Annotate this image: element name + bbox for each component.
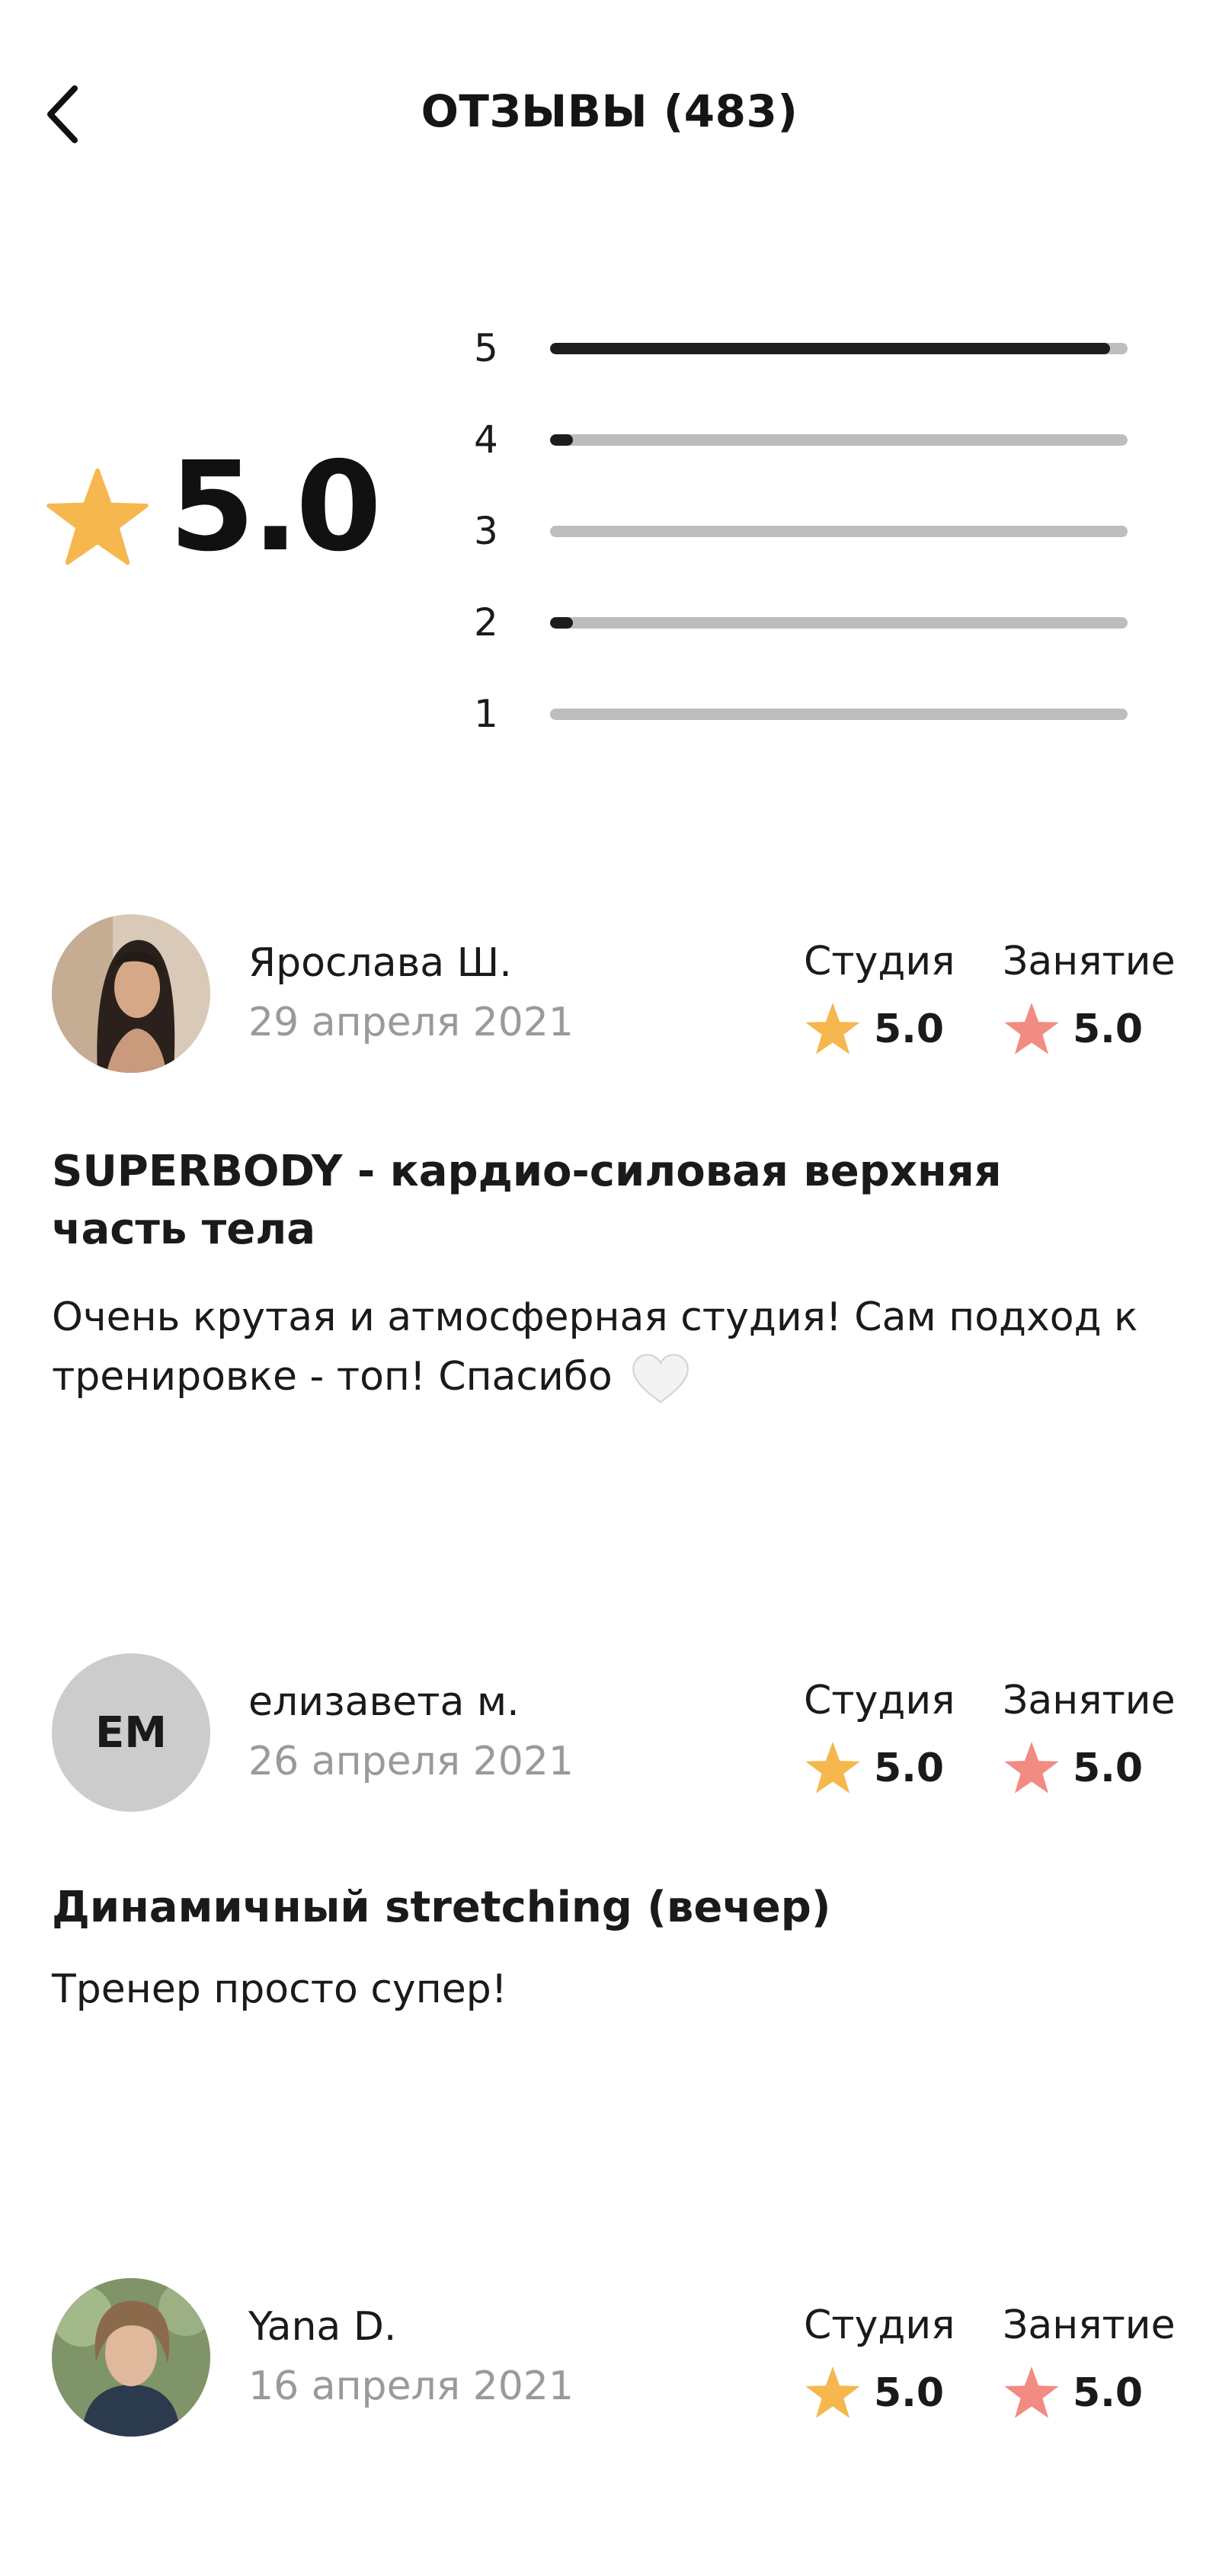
class-title[interactable]: SUPERBODY - кардио-силовая верхняя часть… xyxy=(52,1143,1042,1258)
class-rating-label: Занятие xyxy=(1003,2302,1176,2348)
distribution-bar-fill xyxy=(550,343,1111,354)
avatar-photo xyxy=(52,914,210,1073)
class-rating: Занятие 5.0 xyxy=(1003,2301,1176,2422)
studio-rating-label: Студия xyxy=(804,939,955,984)
star-icon xyxy=(805,2366,860,2418)
distribution-label: 5 xyxy=(474,326,498,370)
star-icon xyxy=(805,1742,860,1794)
rating-distribution: 5 4 3 2 1 xyxy=(457,305,1128,762)
class-rating-value: 5.0 xyxy=(1073,2370,1144,2416)
studio-rating: Студия 5.0 xyxy=(804,2301,955,2422)
star-icon xyxy=(1004,1003,1059,1054)
white-heart-icon xyxy=(632,1353,689,1403)
class-title[interactable]: Динамичный stretching (вечер) xyxy=(52,1879,1042,1937)
distribution-bar xyxy=(550,617,1128,629)
class-rating: Занятие 5.0 xyxy=(1003,937,1176,1058)
avatar-photo xyxy=(52,2278,210,2437)
distribution-label: 4 xyxy=(474,418,498,462)
distribution-bar-fill xyxy=(550,434,574,446)
star-icon xyxy=(1004,1742,1059,1794)
studio-rating-value: 5.0 xyxy=(874,2370,945,2416)
star-icon xyxy=(1004,2366,1059,2418)
reviews-screen: ОТЗЫВЫ (483) 5.0 5 4 3 2 1 Ярослава Ш. 2… xyxy=(0,0,1219,2576)
star-icon xyxy=(46,468,149,565)
author-name: елизавета м. xyxy=(248,1679,520,1725)
avatar[interactable] xyxy=(52,914,210,1073)
distribution-row-5: 5 xyxy=(457,305,1128,396)
class-rating-label: Занятие xyxy=(1003,939,1176,984)
distribution-bar xyxy=(550,709,1128,720)
page-title: ОТЗЫВЫ (483) xyxy=(421,85,798,137)
distribution-row-4: 4 xyxy=(457,396,1128,488)
review-date: 16 апреля 2021 xyxy=(248,2363,574,2409)
studio-rating-label: Студия xyxy=(804,1678,955,1723)
distribution-row-3: 3 xyxy=(457,488,1128,579)
distribution-label: 2 xyxy=(474,600,498,645)
review-text: Очень крутая и атмосферная студия! Сам п… xyxy=(52,1288,1164,1406)
studio-rating-label: Студия xyxy=(804,2302,955,2348)
review-date: 29 апреля 2021 xyxy=(248,1000,574,1045)
distribution-label: 1 xyxy=(474,692,498,736)
review-text-content: Очень крутая и атмосферная студия! Сам п… xyxy=(52,1294,1138,1400)
studio-rating: Студия 5.0 xyxy=(804,937,955,1058)
distribution-bar xyxy=(550,343,1128,354)
distribution-label: 3 xyxy=(474,509,498,553)
distribution-bar xyxy=(550,526,1128,537)
review-date: 26 апреля 2021 xyxy=(248,1739,574,1784)
star-icon xyxy=(805,1003,860,1054)
author-name: Yana D. xyxy=(248,2304,397,2350)
author-name: Ярослава Ш. xyxy=(248,940,512,986)
class-rating: Занятие 5.0 xyxy=(1003,1676,1176,1797)
distribution-row-1: 1 xyxy=(457,670,1128,762)
avatar[interactable]: EM xyxy=(52,1653,210,1812)
distribution-row-2: 2 xyxy=(457,579,1128,670)
average-rating: 5.0 xyxy=(169,436,382,579)
class-rating-label: Занятие xyxy=(1003,1678,1176,1723)
distribution-bar-fill xyxy=(550,617,574,629)
studio-rating-value: 5.0 xyxy=(874,1006,945,1052)
studio-rating-value: 5.0 xyxy=(874,1746,945,1791)
studio-rating: Студия 5.0 xyxy=(804,1676,955,1797)
review-text: Тренер просто супер! xyxy=(52,1966,507,2012)
avatar[interactable] xyxy=(52,2278,210,2437)
class-rating-value: 5.0 xyxy=(1073,1746,1144,1791)
distribution-bar xyxy=(550,434,1128,446)
class-rating-value: 5.0 xyxy=(1073,1006,1144,1052)
